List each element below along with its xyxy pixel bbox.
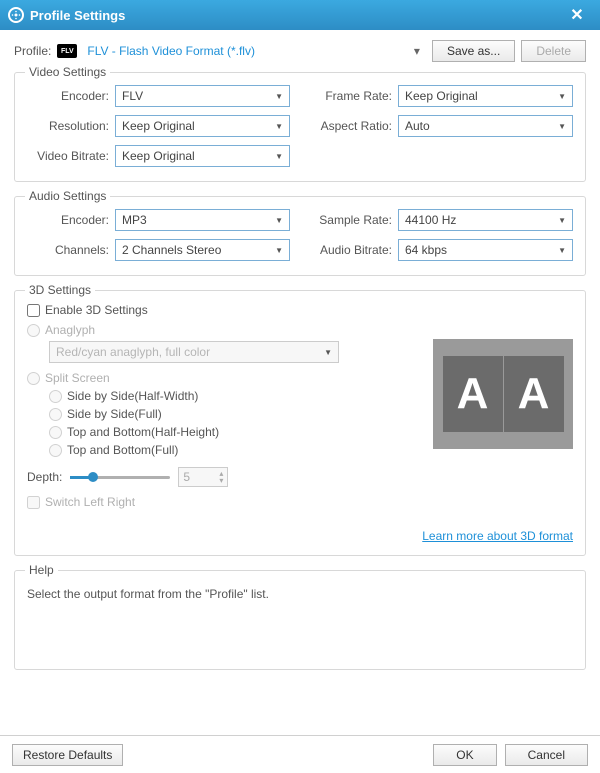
chevron-down-icon: ▼ [275, 246, 283, 255]
window-title: Profile Settings [30, 8, 125, 23]
framerate-select[interactable]: Keep Original▼ [398, 85, 573, 107]
video-bitrate-select[interactable]: Keep Original▼ [115, 145, 290, 167]
audio-encoder-select[interactable]: MP3▼ [115, 209, 290, 231]
preview-letter-left: A [443, 356, 503, 432]
flv-format-icon: FLV [57, 44, 77, 58]
chevron-down-icon: ▼ [558, 246, 566, 255]
chevron-down-icon: ▼ [275, 152, 283, 161]
samplerate-label: Sample Rate: [310, 213, 398, 227]
enable-3d-input[interactable] [27, 304, 40, 317]
depth-spinner: 5 ▴▾ [178, 467, 228, 487]
framerate-label: Frame Rate: [310, 89, 398, 103]
audio-bitrate-label: Audio Bitrate: [310, 243, 398, 257]
video-settings-legend: Video Settings [25, 65, 110, 79]
splitscreen-radio-input [27, 372, 40, 385]
chevron-down-icon: ▼ [558, 92, 566, 101]
chevron-down-icon[interactable]: ▾ [408, 44, 426, 58]
profile-format-dropdown[interactable]: FLV - Flash Video Format (*.flv) [83, 42, 402, 60]
3d-preview-image: A A [433, 339, 573, 449]
help-legend: Help [25, 563, 58, 577]
delete-button: Delete [521, 40, 586, 62]
channels-label: Channels: [27, 243, 115, 257]
chevron-down-icon: ▼ [275, 92, 283, 101]
resolution-label: Resolution: [27, 119, 115, 133]
chevron-down-icon: ▼ [275, 122, 283, 131]
help-group: Help Select the output format from the "… [14, 570, 586, 670]
anaglyph-select: Red/cyan anaglyph, full color▼ [49, 341, 339, 363]
profile-label: Profile: [14, 44, 51, 58]
close-button[interactable]: ✕ [562, 0, 592, 30]
channels-select[interactable]: 2 Channels Stereo▼ [115, 239, 290, 261]
anaglyph-radio: Anaglyph [27, 323, 573, 337]
save-as-button[interactable]: Save as... [432, 40, 515, 62]
audio-settings-legend: Audio Settings [25, 189, 110, 203]
audio-bitrate-select[interactable]: 64 kbps▼ [398, 239, 573, 261]
chevron-down-icon: ▼ [558, 216, 566, 225]
enable-3d-label: Enable 3D Settings [45, 303, 148, 317]
anaglyph-radio-input [27, 324, 40, 337]
video-encoder-label: Encoder: [27, 89, 115, 103]
enable-3d-checkbox[interactable]: Enable 3D Settings [27, 303, 573, 317]
resolution-select[interactable]: Keep Original▼ [115, 115, 290, 137]
video-encoder-select[interactable]: FLV▼ [115, 85, 290, 107]
ok-button[interactable]: OK [433, 744, 496, 766]
preview-letter-right: A [504, 356, 564, 432]
video-bitrate-label: Video Bitrate: [27, 149, 115, 163]
audio-encoder-label: Encoder: [27, 213, 115, 227]
3d-settings-legend: 3D Settings [25, 283, 95, 297]
depth-label: Depth: [27, 470, 62, 484]
chevron-down-icon: ▼ [558, 122, 566, 131]
depth-slider [70, 470, 170, 484]
aspect-ratio-select[interactable]: Auto▼ [398, 115, 573, 137]
footer: Restore Defaults OK Cancel [0, 735, 600, 773]
switch-lr-checkbox: Switch Left Right [27, 495, 573, 509]
3d-settings-group: 3D Settings Enable 3D Settings Anaglyph … [14, 290, 586, 556]
aspect-ratio-label: Aspect Ratio: [310, 119, 398, 133]
samplerate-select[interactable]: 44100 Hz▼ [398, 209, 573, 231]
cancel-button[interactable]: Cancel [505, 744, 588, 766]
restore-defaults-button[interactable]: Restore Defaults [12, 744, 123, 766]
audio-settings-group: Audio Settings Encoder: MP3▼ Sample Rate… [14, 196, 586, 276]
video-settings-group: Video Settings Encoder: FLV▼ Frame Rate:… [14, 72, 586, 182]
spinner-arrows-icon: ▴▾ [219, 470, 223, 484]
app-logo-icon [8, 7, 24, 23]
chevron-down-icon: ▼ [275, 216, 283, 225]
profile-row: Profile: FLV FLV - Flash Video Format (*… [14, 40, 586, 62]
titlebar: Profile Settings ✕ [0, 0, 600, 30]
chevron-down-icon: ▼ [324, 348, 332, 357]
learn-more-3d-link[interactable]: Learn more about 3D format [422, 529, 573, 543]
help-text: Select the output format from the "Profi… [27, 587, 573, 601]
